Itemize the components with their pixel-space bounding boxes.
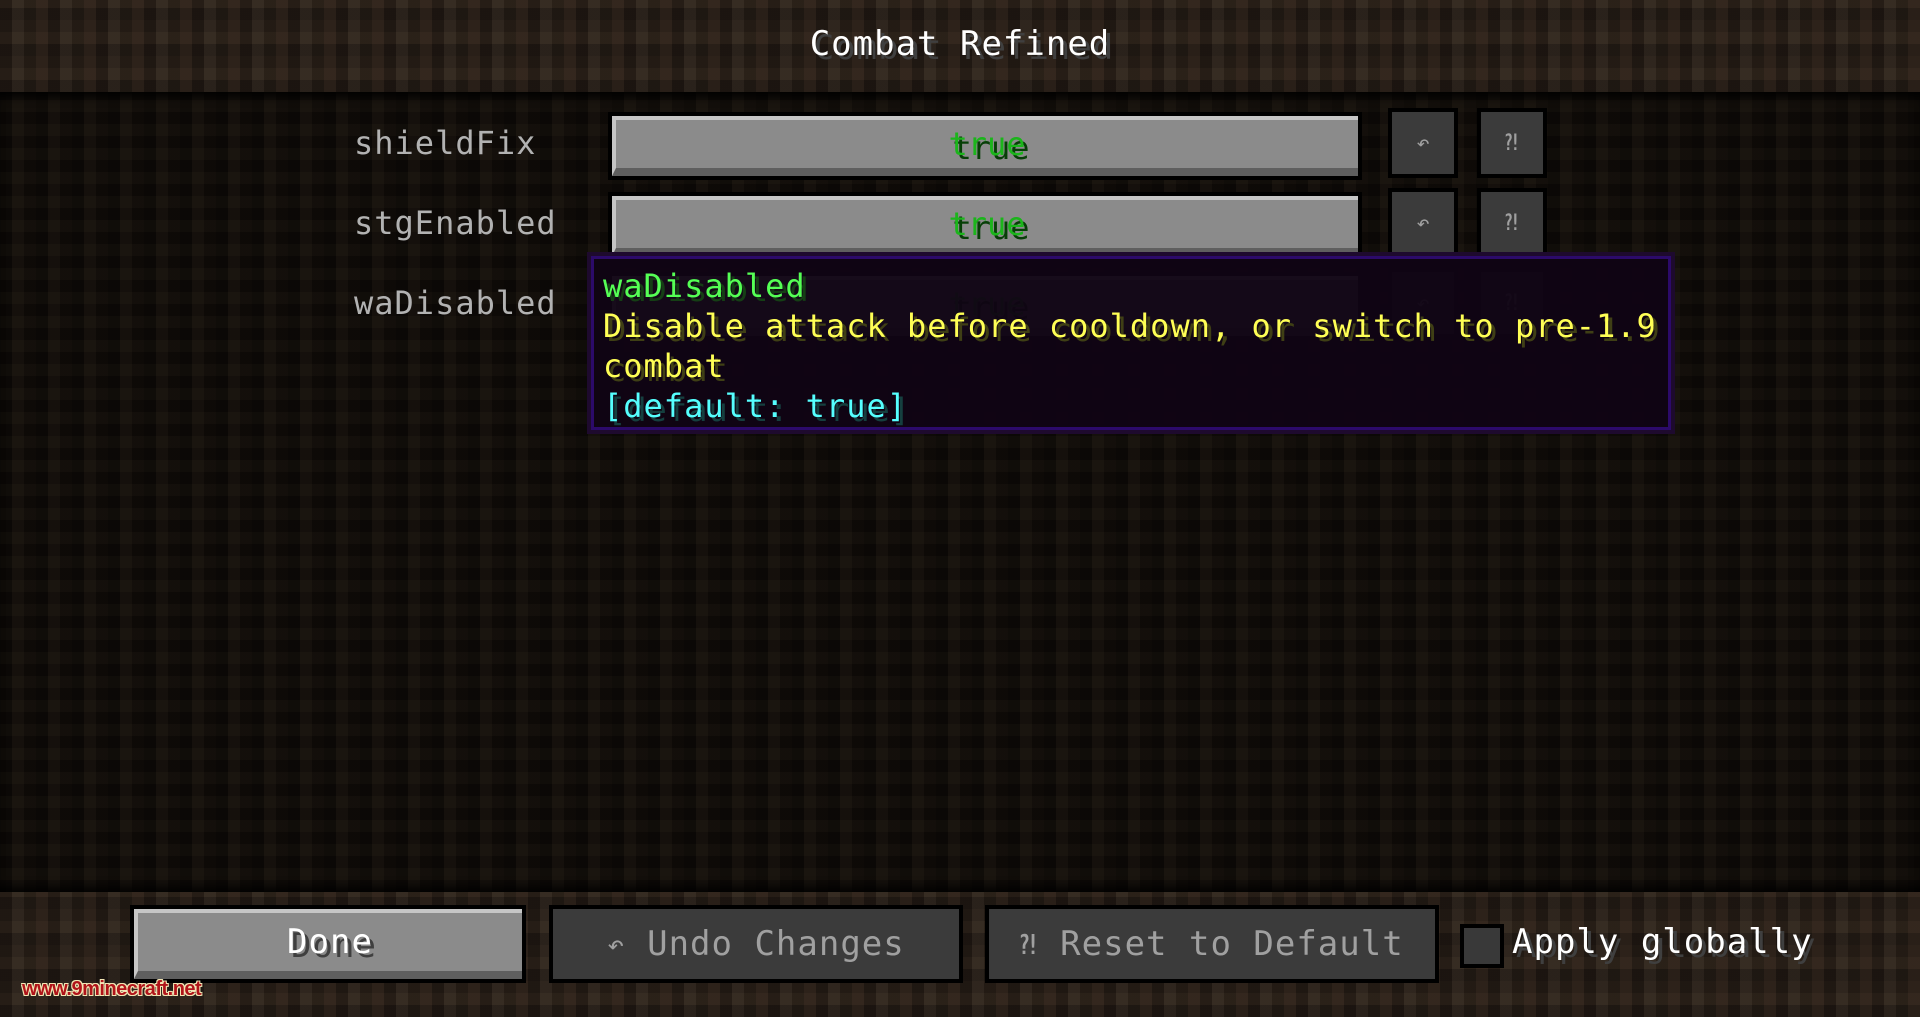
reset-default-icon: ⁈: [1020, 927, 1039, 961]
toggle-value-text: true: [612, 116, 1358, 176]
done-button[interactable]: Done: [130, 905, 526, 983]
reset-entry-button[interactable]: ⁈: [1477, 108, 1547, 178]
apply-globally-checkbox[interactable]: [1460, 924, 1504, 968]
reset-default-icon: ⁈: [1505, 130, 1519, 156]
undo-arrow-icon: ↶: [1416, 130, 1430, 156]
screen-title: Combat Refined: [809, 24, 1111, 64]
undo-changes-button[interactable]: ↶ Undo Changes: [549, 905, 963, 983]
config-label: stgEnabled: [354, 204, 557, 242]
header-bar: Combat Refined: [0, 0, 1920, 92]
tooltip-description: Disable attack before cooldown, or switc…: [603, 307, 1657, 345]
reset-default-icon: ⁈: [1505, 210, 1519, 236]
undo-arrow-icon: ↶: [607, 927, 626, 961]
undo-changes-label: Undo Changes: [647, 924, 905, 964]
done-label: Done: [134, 909, 522, 979]
config-label: waDisabled: [354, 284, 557, 322]
toggle-value-button[interactable]: true: [608, 192, 1362, 260]
undo-entry-button[interactable]: ↶: [1388, 108, 1458, 178]
reset-to-default-label: Reset to Default: [1060, 924, 1404, 964]
apply-globally-label[interactable]: Apply globally: [1512, 922, 1813, 962]
tooltip: waDisabled Disable attack before cooldow…: [587, 252, 1675, 434]
undo-arrow-icon: ↶: [1416, 210, 1430, 236]
toggle-value-button[interactable]: true: [608, 112, 1362, 180]
config-entry-list[interactable]: shieldFix true ↶ ⁈ stgEnabled true ↶ ⁈ w…: [0, 92, 1920, 892]
tooltip-description-cont: combat: [603, 347, 725, 385]
config-row-shieldfix: shieldFix true ↶ ⁈: [0, 108, 1920, 184]
undo-entry-button[interactable]: ↶: [1388, 188, 1458, 258]
tooltip-default-value: [default: true]: [603, 387, 907, 425]
tooltip-title: waDisabled: [603, 267, 806, 305]
reset-to-default-button[interactable]: ⁈ Reset to Default: [985, 905, 1439, 983]
toggle-value-text: true: [612, 196, 1358, 256]
footer-bar: Done ↶ Undo Changes ⁈ Reset to Default A…: [0, 892, 1920, 1017]
watermark-logo: www.9minecraft.net: [22, 978, 202, 1000]
config-label: shieldFix: [354, 124, 537, 162]
reset-entry-button[interactable]: ⁈: [1477, 188, 1547, 258]
